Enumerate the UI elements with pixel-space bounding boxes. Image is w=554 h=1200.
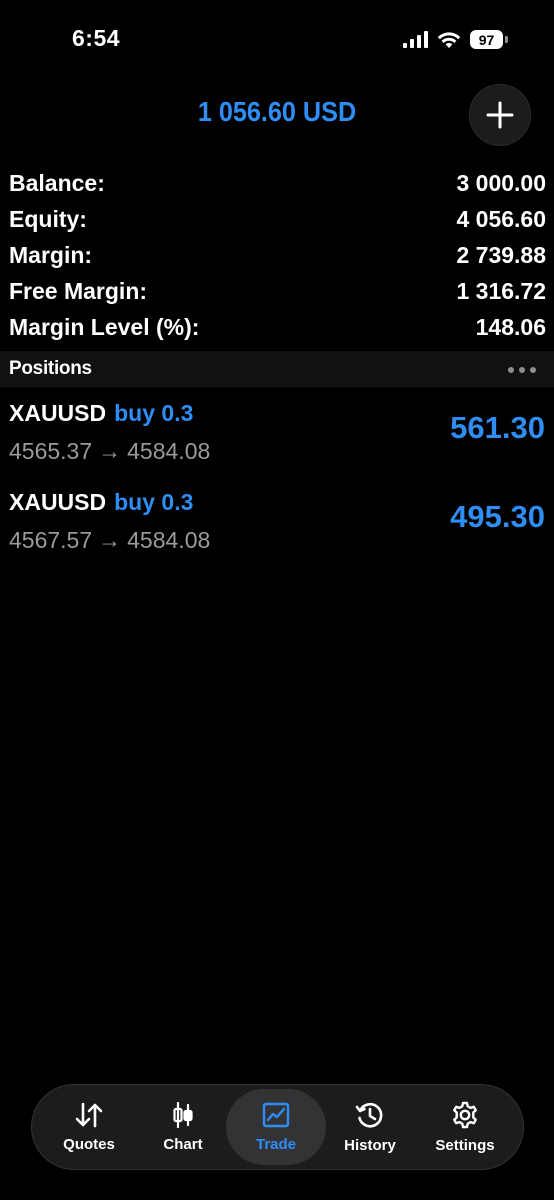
margin-level-value: 148.06 [475,313,546,340]
status-bar: 6:54 97 [0,0,554,84]
margin-label: Margin: [9,241,93,268]
tab-quotes-label: Quotes [63,1135,115,1153]
more-icon[interactable] [508,367,536,373]
equity-value: 4 056.60 [456,205,546,232]
new-order-button[interactable] [469,84,531,146]
balance-value: 3 000.00 [456,169,546,196]
battery-level: 97 [470,30,503,49]
tab-history-label: History [344,1136,396,1154]
tab-chart[interactable]: Chart [133,1089,233,1165]
wifi-icon [437,31,461,48]
position-symbol: XAUUSD [9,400,107,426]
margin-row: Margin: 2 739.88 [9,237,546,273]
margin-value: 2 739.88 [456,241,546,268]
position-row[interactable]: XAUUSD buy 0.3 4567.57 → 4584.08 495.30 [0,479,554,563]
position-current-price: 4584.08 [127,527,211,553]
battery-icon: 97 [470,30,508,49]
quotes-arrows-icon [75,1102,103,1127]
account-summary: Balance: 3 000.00 Equity: 4 056.60 Margi… [9,165,546,345]
arrow-right-icon: → [98,527,122,553]
positions-title: Positions [9,358,92,379]
position-symbol: XAUUSD [9,489,107,515]
free-margin-row: Free Margin: 1 316.72 [9,273,546,309]
tab-settings-label: Settings [435,1136,495,1154]
plus-icon [486,101,514,129]
position-side: buy 0.3 [114,400,194,426]
position-current-price: 4584.08 [127,438,211,464]
candlestick-icon [173,1101,193,1128]
status-icons: 97 [403,30,508,49]
cellular-signal-icon [403,31,428,48]
arrow-right-icon: → [98,438,122,464]
free-margin-label: Free Margin: [9,277,148,304]
tab-trade[interactable]: Trade [226,1089,326,1165]
tab-settings[interactable]: Settings [415,1089,515,1165]
tab-trade-label: Trade [255,1135,297,1153]
trade-chart-icon [262,1102,290,1127]
equity-row: Equity: 4 056.60 [9,201,546,237]
tab-bar: Quotes Chart Trade History Settings [31,1084,524,1170]
position-open-price: 4567.57 [9,527,93,553]
equity-label: Equity: [9,205,87,232]
floating-profit-total: 1 056.60 USD [197,96,357,127]
position-profit: 495.30 [450,499,545,534]
free-margin-value: 1 316.72 [456,277,546,304]
position-profit: 561.30 [450,410,545,445]
balance-row: Balance: 3 000.00 [9,165,546,201]
margin-level-label: Margin Level (%): [9,313,200,340]
balance-label: Balance: [9,169,105,196]
tab-chart-label: Chart [163,1135,203,1153]
margin-level-row: Margin Level (%): 148.06 [9,309,546,345]
tab-history[interactable]: History [320,1089,420,1165]
position-row[interactable]: XAUUSD buy 0.3 4565.37 → 4584.08 561.30 [0,390,554,474]
tab-quotes[interactable]: Quotes [39,1089,139,1165]
positions-section-header: Positions [0,351,554,387]
gear-icon [453,1101,477,1128]
position-side: buy 0.3 [114,489,194,515]
history-clock-icon [355,1102,383,1127]
status-time: 6:54 [72,25,121,51]
position-open-price: 4565.37 [9,438,93,464]
